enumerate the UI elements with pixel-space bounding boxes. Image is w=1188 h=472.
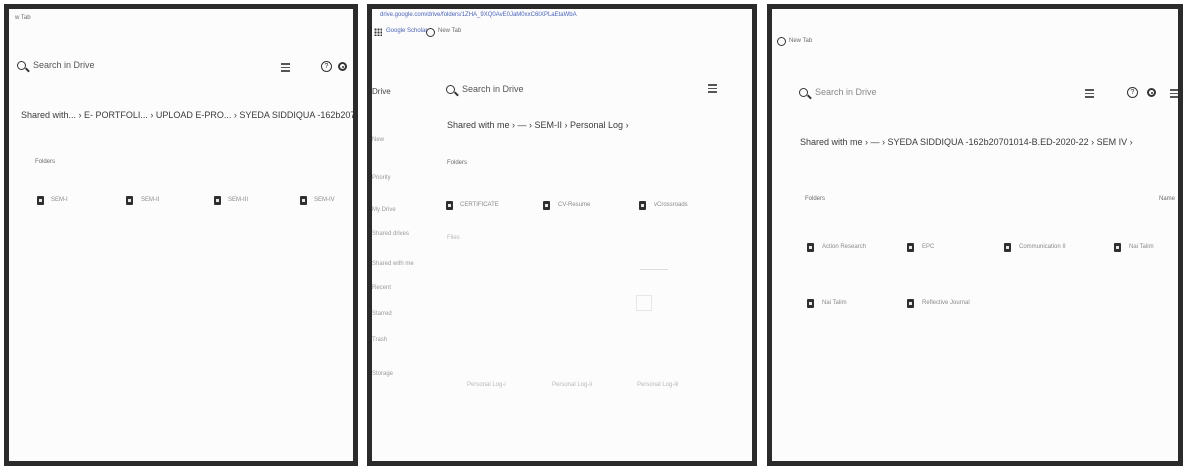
folder-item-name[interactable]: SEM-III bbox=[228, 197, 248, 203]
folder-item-name[interactable]: Communication II bbox=[1019, 244, 1066, 250]
search-input[interactable]: Search in Drive bbox=[33, 60, 95, 70]
browser-tab-title[interactable]: New Tab bbox=[789, 38, 812, 44]
help-icon[interactable]: ? bbox=[1127, 87, 1138, 98]
folder-item-name[interactable]: vCrossroads bbox=[654, 202, 688, 208]
browser-tab-title[interactable]: w Tab bbox=[15, 15, 31, 21]
sidebar-item-my-drive[interactable]: My Drive bbox=[372, 207, 396, 213]
sidebar-item-shared-with-me[interactable]: Shared with me bbox=[372, 261, 414, 267]
filter-icon[interactable] bbox=[1085, 89, 1094, 98]
breadcrumb[interactable]: Shared with me › — › SYEDA SIDDIQUA -162… bbox=[800, 137, 1133, 147]
sidebar-item-shared-drives[interactable]: Shared drives bbox=[372, 231, 409, 237]
section-label-folders: Folders bbox=[447, 160, 468, 166]
drive-logo-label: Drive bbox=[372, 87, 391, 96]
filter-icon[interactable] bbox=[708, 84, 717, 93]
folder-item-name[interactable]: Nai Talim bbox=[822, 300, 847, 306]
folder-icon bbox=[1114, 243, 1121, 252]
apps-grid-icon[interactable] bbox=[374, 28, 382, 36]
folder-icon bbox=[639, 201, 646, 210]
folder-item-name[interactable]: SEM-IV bbox=[314, 197, 335, 203]
section-label-files: Files bbox=[447, 235, 460, 241]
more-menu-icon[interactable] bbox=[1170, 89, 1178, 98]
search-icon bbox=[799, 88, 808, 97]
filter-icon[interactable] bbox=[281, 63, 290, 72]
new-tab-icon bbox=[426, 28, 435, 37]
breadcrumb[interactable]: Shared with me › — › SEM-II › Personal L… bbox=[447, 120, 629, 130]
drive-window-2: drive.google.com/drive/folders/1ZHA_9XQ0… bbox=[367, 4, 757, 466]
folder-item-name[interactable]: EPC bbox=[922, 244, 934, 250]
settings-gear-icon[interactable] bbox=[338, 62, 347, 71]
folder-icon bbox=[446, 201, 453, 210]
search-bar[interactable]: Search in Drive bbox=[17, 59, 347, 75]
bookmark-new-tab[interactable]: New Tab bbox=[438, 28, 461, 34]
search-icon bbox=[17, 61, 26, 70]
folder-icon bbox=[807, 299, 814, 308]
sidebar-item-trash[interactable]: Trash bbox=[372, 337, 387, 343]
folder-item-name[interactable]: CV-Resume bbox=[558, 202, 590, 208]
settings-gear-icon[interactable] bbox=[1147, 88, 1156, 97]
file-item-name[interactable]: Personal Log-iii bbox=[637, 382, 678, 388]
file-item-name[interactable]: Personal Log-i bbox=[467, 382, 506, 388]
address-bar-url[interactable]: drive.google.com/drive/folders/1ZHA_9XQ0… bbox=[380, 12, 577, 18]
sidebar-item-storage[interactable]: Storage bbox=[372, 371, 393, 377]
drive-window-3: New Tab Search in Drive ? Shared with me… bbox=[767, 4, 1183, 466]
sort-by-name[interactable]: Name bbox=[1159, 196, 1175, 202]
folder-icon bbox=[1004, 243, 1011, 252]
folder-item-name[interactable]: SEM-I bbox=[51, 197, 68, 203]
sidebar-item-new[interactable]: New bbox=[372, 137, 384, 143]
bookmark-google-scholar[interactable]: Google Scholar bbox=[386, 28, 427, 34]
drive-window-1: w Tab Search in Drive ? Shared with... ›… bbox=[4, 4, 358, 466]
folder-icon bbox=[126, 196, 133, 205]
sidebar-item-priority[interactable]: Priority bbox=[372, 175, 391, 181]
section-label-folders: Folders bbox=[35, 159, 56, 165]
folder-icon bbox=[807, 243, 814, 252]
folder-icon bbox=[907, 299, 914, 308]
folder-icon bbox=[543, 201, 550, 210]
folder-item-name[interactable]: CERTIFICATE bbox=[460, 202, 499, 208]
file-thumbnail[interactable] bbox=[636, 295, 652, 311]
section-label-folders: Folders bbox=[805, 196, 826, 202]
search-input[interactable]: Search in Drive bbox=[815, 87, 877, 97]
file-thumbnail[interactable] bbox=[640, 259, 668, 270]
search-icon bbox=[446, 85, 455, 94]
folder-item-name[interactable]: Action Research bbox=[822, 244, 866, 250]
breadcrumb[interactable]: Shared with... › E- PORTFOLI... › UPLOAD… bbox=[21, 110, 353, 120]
help-icon[interactable]: ? bbox=[321, 61, 332, 72]
folder-icon bbox=[300, 196, 307, 205]
new-tab-icon bbox=[777, 37, 786, 46]
folder-icon bbox=[907, 243, 914, 252]
file-item-name[interactable]: Personal Log-ii bbox=[552, 382, 592, 388]
folder-item-name[interactable]: Nai Talim bbox=[1129, 244, 1154, 250]
sidebar-item-recent[interactable]: Recent bbox=[372, 285, 391, 291]
search-input[interactable]: Search in Drive bbox=[462, 84, 524, 94]
sidebar-item-starred[interactable]: Starred bbox=[372, 311, 392, 317]
search-bar[interactable]: Search in Drive bbox=[446, 83, 686, 99]
search-bar[interactable]: Search in Drive bbox=[799, 86, 1049, 102]
folder-icon bbox=[37, 196, 44, 205]
folder-item-name[interactable]: SEM-II bbox=[141, 197, 159, 203]
folder-item-name[interactable]: Reflective Journal bbox=[922, 300, 970, 306]
folder-icon bbox=[214, 196, 221, 205]
